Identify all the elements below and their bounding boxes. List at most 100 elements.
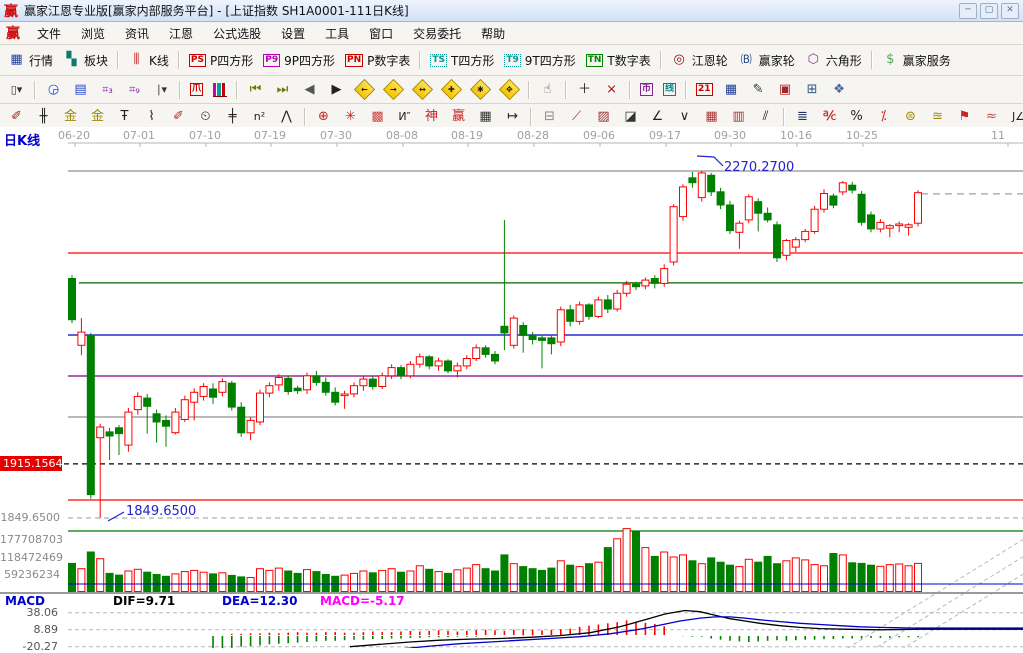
tool-notepad-button[interactable]: ✎ [745, 79, 772, 101]
tool-last-page-button[interactable]: ⏭ [269, 79, 296, 101]
draw-gray-band-button[interactable]: ⊟ [536, 106, 563, 128]
draw-gold-circle-lines-button[interactable]: ⊜ [897, 106, 924, 128]
tool-first-page-button[interactable]: ⏮ [242, 79, 269, 101]
hatch-box-icon: ▨ [595, 109, 612, 125]
draw-shen-tool-button[interactable]: 神 [418, 106, 445, 128]
menu-item-7[interactable]: 工具 [316, 23, 358, 44]
tool-color-histogram-button[interactable] [208, 80, 232, 100]
main-gann-wheel-button[interactable]: ◎江恩轮 [666, 49, 733, 72]
kline-chart-svg[interactable] [0, 127, 1023, 648]
tool-export-disk-button[interactable]: ⊞ [799, 79, 826, 101]
draw-red-wave-button[interactable]: ≈ [978, 106, 1005, 128]
draw-angle-tool-button[interactable]: ⋀ [273, 106, 300, 128]
main-sectors-blocks-button[interactable]: ▚板块 [58, 49, 113, 72]
tool-save-disk-button[interactable]: ▣ [772, 79, 799, 101]
draw-hatch-box-button[interactable]: ▨ [590, 106, 617, 128]
title-bar[interactable]: 赢 赢家江恩专业版[赢家内部服务平台] - [上证指数 SH1A0001-111… [0, 0, 1023, 22]
menu-item-1[interactable]: 文件 [28, 23, 70, 44]
menu-item-5[interactable]: 公式选股 [204, 23, 270, 44]
draw-percent-slash-button[interactable]: ℀ [816, 106, 843, 128]
red-crosshair-icon: ⊕ [315, 109, 332, 125]
tool-zoom-all-diamond-button[interactable]: ✚ [437, 79, 466, 100]
close-button[interactable]: ✕ [1001, 3, 1019, 19]
draw-red-matrix-a-button[interactable]: ▦ [698, 106, 725, 128]
draw-extend-right-button[interactable]: ↦ [499, 106, 526, 128]
main-kline-candles-button[interactable]: ⫼K线 [123, 49, 174, 72]
menu-item-3[interactable]: 资讯 [116, 23, 158, 44]
main-quotes-grid-button[interactable]: ▦行情 [3, 49, 58, 72]
tool-teal-lines-button[interactable]: 线 [658, 80, 681, 99]
draw-gold-gann-a-button[interactable]: 金 [57, 106, 84, 128]
menu-item-4[interactable]: 江恩 [160, 23, 202, 44]
tool-calculator-button[interactable]: ▦ [718, 79, 745, 101]
draw-red-grid-button[interactable]: ▩ [364, 106, 391, 128]
tool-next-bar-button[interactable]: ▶ [323, 79, 350, 101]
menu-item-2[interactable]: 浏览 [72, 23, 114, 44]
tool-chart-3-button[interactable]: ⌗₃ [94, 79, 121, 101]
main-p-number-table-button[interactable]: PNP数字表 [340, 49, 415, 72]
draw-flag-marker-button[interactable]: ⚑ [951, 106, 978, 128]
draw-grid-ruler-button[interactable]: ╪ [219, 106, 246, 128]
tool-move-all-diamond-button[interactable]: ✥ [495, 79, 524, 100]
draw-red-pencil-button[interactable]: ✐ [165, 106, 192, 128]
main-p-square-button[interactable]: PSP四方形 [184, 49, 258, 72]
menu-item-9[interactable]: 交易委托 [404, 23, 470, 44]
draw-j-angle-button[interactable]: J∠ [1005, 106, 1023, 128]
main-hexagon-button[interactable]: ⬡六角形 [800, 49, 867, 72]
tool-pattern-wave-button[interactable]: ◶ [40, 79, 67, 101]
kline-candles-icon: ⫼ [128, 52, 145, 68]
draw-brush-tool-button[interactable]: ✐ [3, 106, 30, 128]
menu-item-8[interactable]: 窗口 [360, 23, 402, 44]
tool-chart-9-button[interactable]: ⌗₉ [121, 79, 148, 101]
chart-canvas[interactable]: 日K线 2270.2700 1849.6500 1915.1564 1849.6… [0, 127, 1023, 648]
draw-square-of-nine-button[interactable]: n² [246, 106, 273, 128]
draw-wave-mark-button[interactable]: И″ [391, 106, 418, 128]
draw-gold-wave-lines-button[interactable]: ≊ [924, 106, 951, 128]
draw-gold-gann-b-button[interactable]: 金 [84, 106, 111, 128]
tool-info-doc-button[interactable]: ▤ [67, 79, 94, 101]
tool-purple-tool-button[interactable]: 币 [635, 80, 658, 99]
draw-win-tool-button[interactable]: 赢 [445, 106, 472, 128]
draw-percent-lines-button[interactable]: ⁒ [870, 106, 897, 128]
tool-hand-drag-button[interactable]: ☝ [534, 79, 561, 101]
draw-number-grid-button[interactable]: ▦ [472, 106, 499, 128]
draw-t-level-tool-button[interactable]: Ŧ [111, 106, 138, 128]
draw-percent-button[interactable]: % [843, 106, 870, 128]
draw-spiral-tool-button[interactable]: ⌇ [138, 106, 165, 128]
red-grid-icon: ▩ [369, 109, 386, 125]
menu-item-6[interactable]: 设置 [272, 23, 314, 44]
gray-band-icon: ⊟ [541, 109, 558, 125]
draw-trend-angle-button[interactable]: ∠ [644, 106, 671, 128]
draw-percent-table-button[interactable]: ≣ [789, 106, 816, 128]
tool-data-service-button[interactable]: ❖ [826, 79, 853, 101]
draw-red-crosshair-button[interactable]: ⊕ [310, 106, 337, 128]
tool-candle-style-dropdown-button[interactable]: ▯▾ [3, 79, 30, 101]
tool-crosshair-button[interactable]: ＋ [571, 79, 598, 101]
tool-prev-bar-button[interactable]: ◀ [296, 79, 323, 101]
minimize-button[interactable]: ─ [959, 3, 977, 19]
draw-parallel-lines-button[interactable]: ⫽ [752, 106, 779, 128]
tool-pan-right-diamond-button[interactable]: → [379, 79, 408, 100]
main-winner-service-button[interactable]: $赢家服务 [877, 49, 956, 72]
maximize-button[interactable]: ▢ [980, 3, 998, 19]
tool-candle-width-dropdown-button[interactable]: ∣▾ [148, 79, 175, 101]
tool-zoom-h-diamond-button[interactable]: ↔ [408, 79, 437, 100]
draw-red-fan-button[interactable]: ⟋ [563, 106, 590, 128]
main-winner-wheel-button[interactable]: 🄑赢家轮 [733, 49, 800, 72]
tool-erase-line-button[interactable]: ⨯ [598, 79, 625, 101]
main-ninet-square-button[interactable]: T99T四方形 [499, 49, 580, 72]
tool-grab-tool-button[interactable]: 爪 [185, 80, 208, 99]
menu-item-10[interactable]: 帮助 [472, 23, 514, 44]
draw-half-box-button[interactable]: ◪ [617, 106, 644, 128]
tool-calendar-21-button[interactable]: 21 [691, 80, 718, 99]
draw-zigzag-button[interactable]: ∨ [671, 106, 698, 128]
main-t-number-table-button[interactable]: TNT数字表 [581, 49, 656, 72]
draw-red-matrix-b-button[interactable]: ▥ [725, 106, 752, 128]
draw-ruler-tool-button[interactable]: ╫ [30, 106, 57, 128]
draw-gann-fan-center-button[interactable]: ✳ [337, 106, 364, 128]
draw-time-cycle-button[interactable]: ⏲ [192, 106, 219, 128]
tool-pan-left-diamond-button[interactable]: ← [350, 79, 379, 100]
main-t-square-button[interactable]: TST四方形 [425, 49, 499, 72]
main-ninep-square-button[interactable]: P99P四方形 [258, 49, 340, 72]
tool-expand-diamond-button[interactable]: ✱ [466, 79, 495, 100]
